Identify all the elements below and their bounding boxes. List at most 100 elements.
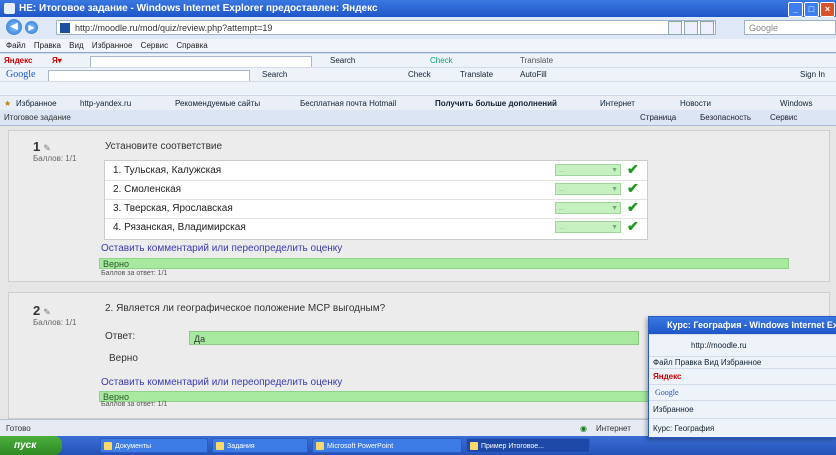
checkmark-icon: ✔ (627, 161, 639, 177)
status-text: Готово (6, 424, 31, 433)
checkmark-icon: ✔ (627, 218, 639, 234)
fav-link[interactable]: Интернет (600, 96, 635, 111)
feedback-bar: Верно (99, 258, 789, 269)
answer-input[interactable]: Да (189, 331, 639, 345)
google-search-button[interactable]: Search (262, 68, 287, 82)
match-select[interactable]: ... ▼ (555, 202, 621, 214)
comment-link[interactable]: Оставить комментарий или переопределить … (101, 243, 342, 254)
google-toolbar: Google Search Check Translate AutoFill S… (0, 67, 836, 82)
answer-label: Ответ: (105, 331, 136, 342)
toolbar-item[interactable]: Translate (520, 54, 553, 68)
question-score: Баллов: 1/1 (33, 318, 77, 327)
compat-icon[interactable] (700, 21, 714, 35)
match-label: 3. Тверская, Ярославская (113, 203, 233, 214)
address-bar-row: ◀ ▶ http://moodle.ru/mod/quiz/review.php… (0, 17, 836, 40)
question-text: Установите соответствие (105, 141, 223, 152)
title-bar: HE: Итоговое задание - Windows Internet … (0, 0, 836, 17)
window2-yandex[interactable]: Яндекс (649, 368, 836, 385)
toolbar-search-button[interactable]: Search (330, 54, 355, 68)
window2-tab[interactable]: Курс: География (649, 418, 836, 437)
fav-link[interactable]: Рекомендуемые сайты (175, 96, 260, 111)
translate-button[interactable]: Translate (460, 68, 493, 82)
question-1-block: 1 ✎ Баллов: 1/1 Установите соответствие 1… (8, 130, 830, 282)
checkmark-icon: ✔ (627, 199, 639, 215)
back-icon[interactable]: ◀ (6, 19, 22, 35)
zone-text: Интернет (596, 424, 631, 433)
window2-title: Курс: География - Windows Internet Explo… (649, 317, 836, 334)
yandex-button[interactable]: Яндекс (4, 54, 32, 68)
comment-link[interactable]: Оставить комментарий или переопределить … (101, 377, 342, 388)
window2-address[interactable]: http://moodle.ru (649, 334, 836, 357)
maximize-button[interactable]: □ (804, 2, 819, 17)
site-favicon-icon (60, 23, 70, 33)
taskbar-item[interactable]: Пример Итоговое... (466, 438, 590, 453)
window2-favorites[interactable]: Избранное (649, 400, 836, 419)
match-table: 1. Тульская, Калужская ... ▼ ✔ 2. Смоленс… (104, 160, 648, 240)
check-button[interactable]: Check (408, 68, 431, 82)
menu-bar: Файл Правка Вид Избранное Сервис Справка (0, 39, 836, 52)
fav-link[interactable]: Windows (780, 96, 812, 111)
fav-link[interactable]: Получить больше дополнений (435, 96, 557, 111)
match-label: 4. Рязанская, Владимирская (113, 222, 246, 233)
safety-menu[interactable]: Безопасность (700, 110, 751, 125)
favorites-bar: ★ Избранное http-yandex.ru Рекомендуемые… (0, 95, 836, 111)
toolbar-item[interactable]: Check (430, 54, 453, 68)
score-text: Баллов за ответ: 1/1 (101, 270, 168, 277)
window-title: HE: Итоговое задание - Windows Internet … (19, 3, 378, 14)
correct-label: Верно (109, 353, 138, 364)
autofill-button[interactable]: AutoFill (520, 68, 547, 82)
favorites-star-icon[interactable]: ★ (4, 96, 11, 111)
checkmark-icon: ✔ (627, 180, 639, 196)
favorites-button[interactable]: Избранное (16, 96, 57, 111)
second-browser-window[interactable]: Курс: География - Windows Internet Explo… (648, 316, 836, 438)
score-text: Баллов за ответ: 1/1 (101, 401, 168, 408)
minimize-button[interactable]: _ (788, 2, 803, 17)
ie-logo-icon (4, 3, 15, 14)
menu-help[interactable]: Справка (176, 41, 207, 50)
taskbar-item[interactable]: Microsoft PowerPoint (312, 438, 462, 453)
match-label: 1. Тульская, Калужская (113, 165, 222, 176)
stop-icon[interactable] (684, 21, 698, 35)
page-menu[interactable]: Страница (640, 110, 676, 125)
match-row: 1. Тульская, Калужская ... ▼ ✔ (105, 161, 647, 181)
fav-link[interactable]: http-yandex.ru (80, 96, 131, 111)
match-select[interactable]: ... ▼ (555, 164, 621, 176)
tab-row: Итоговое задание Страница Безопасность С… (0, 110, 836, 126)
tools-menu[interactable]: Сервис (770, 110, 797, 125)
browser-window: HE: Итоговое задание - Windows Internet … (0, 0, 836, 455)
extra-toolbar (0, 81, 836, 96)
start-button[interactable]: пуск (0, 436, 62, 455)
search-input[interactable]: Google (744, 20, 836, 35)
address-input[interactable]: http://moodle.ru/mod/quiz/review.php?att… (56, 20, 716, 35)
question-number: 1 ✎ (33, 139, 51, 154)
close-button[interactable]: × (820, 2, 835, 17)
question-text: 2. Является ли географическое положение … (105, 303, 386, 314)
window2-google: Google (649, 384, 836, 401)
match-label: 2. Смоленская (113, 184, 182, 195)
menu-view[interactable]: Вид (69, 41, 83, 50)
match-row: 3. Тверская, Ярославская ... ▼ ✔ (105, 199, 647, 219)
taskbar-item[interactable]: Документы (100, 438, 208, 453)
menu-file[interactable]: Файл (6, 41, 26, 50)
refresh-icon[interactable] (668, 21, 682, 35)
forward-icon[interactable]: ▶ (25, 21, 38, 34)
menu-tools[interactable]: Сервис (141, 41, 168, 50)
sign-in-link[interactable]: Sign In (800, 68, 825, 82)
tab-current[interactable]: Итоговое задание (4, 110, 71, 125)
question-number: 2 ✎ (33, 303, 51, 318)
fav-link[interactable]: Бесплатная почта Hotmail (300, 96, 396, 111)
internet-zone-icon: ◉ (580, 424, 587, 433)
match-select[interactable]: ... ▼ (555, 183, 621, 195)
match-select[interactable]: ... ▼ (555, 221, 621, 233)
yandex-mail-icon[interactable]: Я▾ (52, 54, 62, 68)
yandex-toolbar: Яндекс Я▾ Search Check Translate (0, 53, 836, 68)
menu-favorites[interactable]: Избранное (92, 41, 133, 50)
question-score: Баллов: 1/1 (33, 154, 77, 163)
menu-edit[interactable]: Правка (34, 41, 61, 50)
taskbar-item[interactable]: Задания (212, 438, 308, 453)
address-text: http://moodle.ru/mod/quiz/review.php?att… (75, 23, 273, 33)
match-row: 4. Рязанская, Владимирская ... ▼ ✔ (105, 218, 647, 237)
feedback-bar: Верно (99, 391, 659, 402)
fav-link[interactable]: Новости (680, 96, 711, 111)
match-row: 2. Смоленская ... ▼ ✔ (105, 180, 647, 200)
